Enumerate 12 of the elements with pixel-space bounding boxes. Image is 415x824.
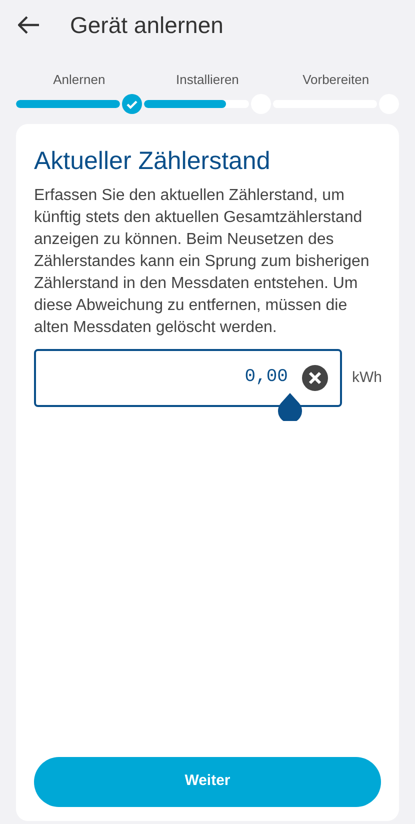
page-title: Gerät anlernen — [70, 10, 224, 40]
card-heading: Aktueller Zählerstand — [34, 146, 272, 176]
meter-input-field[interactable]: 0,00 — [34, 348, 342, 407]
cursor-handle-icon[interactable] — [278, 392, 302, 421]
field-value: 0,00 — [244, 366, 288, 390]
step-label: Anlernen — [53, 71, 106, 89]
step-label: Vorbereiten — [302, 71, 370, 89]
step-label: Installieren — [176, 71, 239, 89]
unit-label: kWh — [352, 368, 382, 388]
back-icon[interactable] — [18, 16, 40, 34]
clear-icon[interactable] — [302, 364, 328, 391]
description-text: Erfassen Sie den aktuellen Zählerstand, um künftig stets den aktuellen Gesamtzählerstand anzeigen zu können. Beim Neusetzen des Zählerstandes kann ein Sprung zum bisherigen Zählerstand in den Messdaten entstehen. Um diese Abweichung zu entfernen, müssen die alten Messdaten gelöscht werden. — [34, 186, 370, 338]
